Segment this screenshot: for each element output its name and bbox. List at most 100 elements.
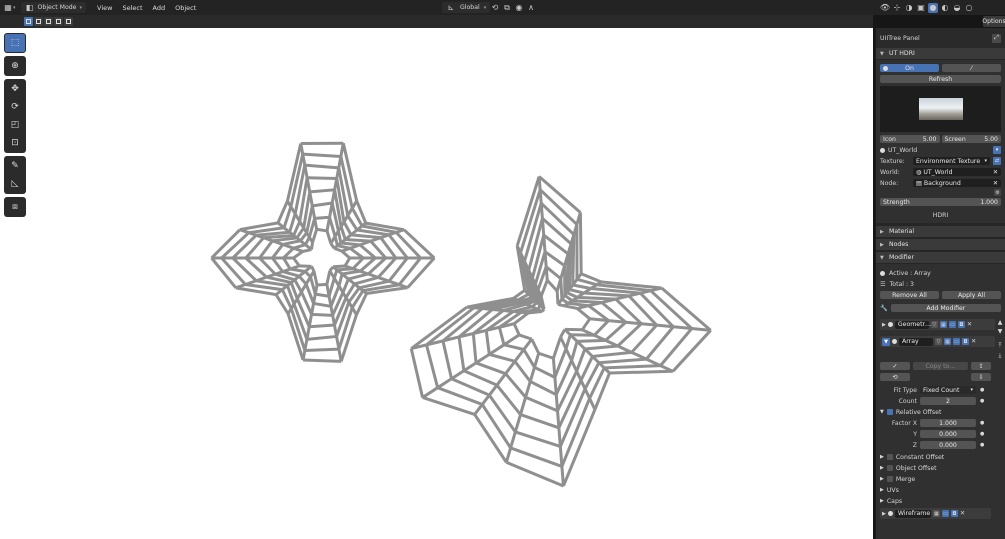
falloff-icon[interactable]: ∧ <box>526 3 536 13</box>
select-intersect-button[interactable] <box>64 17 73 26</box>
chevron-right-icon[interactable]: ▶ <box>880 487 884 493</box>
keyframe-dot-icon[interactable]: ● <box>980 420 984 426</box>
material-panel-header[interactable]: ▶ Material <box>876 226 1005 238</box>
close-icon[interactable]: ✕ <box>960 510 965 517</box>
keyframe-dot-icon[interactable]: ● <box>980 387 984 393</box>
download-button[interactable]: ⇩ <box>971 373 991 381</box>
relative-offset-checkbox[interactable] <box>886 409 893 415</box>
render-icon[interactable]: ◘ <box>950 510 958 517</box>
select-subtract-button[interactable] <box>44 17 53 26</box>
settings-icon[interactable]: ⚙ <box>994 189 1001 196</box>
render-icon[interactable]: ◘ <box>962 338 969 345</box>
duplicate-modifier-button[interactable]: ⟲ <box>880 373 910 381</box>
chevron-right-icon[interactable]: ▶ <box>882 322 886 328</box>
nodes-panel-header[interactable]: ▶ Nodes <box>876 239 1005 251</box>
keyframe-dot-icon[interactable]: ● <box>980 431 984 437</box>
edit-mode-icon[interactable]: ▦ <box>932 510 940 517</box>
hdri-picker-button[interactable]: ⁄ <box>942 64 1001 72</box>
pin-icon[interactable]: ⤢ <box>992 33 1001 43</box>
modifier-geometry-nodes[interactable]: ▶ Geometr… ▽ ▦ ▭ ◘ ✕ <box>880 319 995 330</box>
rendered-shading-icon[interactable]: ○ <box>964 3 974 13</box>
keyframe-dot-icon[interactable]: ● <box>980 442 984 448</box>
chevron-right-icon[interactable]: ▶ <box>880 476 884 482</box>
xray-icon[interactable]: ▣ <box>916 3 926 13</box>
screen-size-field[interactable]: Screen 5.00 <box>941 135 1001 143</box>
icon-size-field[interactable]: Icon 5.00 <box>880 135 940 143</box>
modifier-panel-header[interactable]: ▼ Modifier <box>876 252 1005 264</box>
chevron-down-icon[interactable]: ▼ <box>880 409 884 415</box>
render-icon[interactable]: ◘ <box>957 321 965 328</box>
wireframe-shading-icon[interactable]: ● <box>928 2 938 13</box>
close-icon[interactable]: ✕ <box>967 321 972 328</box>
pivot-icon[interactable]: ⟲ <box>490 3 500 13</box>
apply-all-button[interactable]: Apply All <box>942 291 1001 299</box>
menu-select[interactable]: Select <box>117 4 147 12</box>
factor-z-field[interactable]: 0.000 <box>920 441 976 449</box>
caps-row[interactable]: ▶ Caps <box>880 496 1001 506</box>
overlay-icon[interactable]: ◑ <box>904 3 914 13</box>
object-offset-checkbox[interactable] <box>886 465 893 471</box>
node-field[interactable]: ▤ Background ✕ <box>913 179 1001 187</box>
edit-mode-icon[interactable]: ▽ <box>935 338 942 345</box>
modifier-name-field[interactable]: Geometr… <box>894 320 931 329</box>
world-field[interactable]: ◍ UT_World ✕ <box>913 168 1001 176</box>
factor-x-field[interactable]: 1.000 <box>920 419 976 427</box>
move-icon[interactable]: ✥ <box>5 80 25 98</box>
modifier-name-field[interactable]: Wireframe <box>894 509 931 518</box>
annotate-icon[interactable]: ✎ <box>5 157 25 175</box>
cursor-icon[interactable]: ⊕ <box>5 57 25 75</box>
edit-mode-icon[interactable]: ▽ <box>930 321 938 328</box>
factor-y-field[interactable]: 0.000 <box>920 430 976 438</box>
rotate-icon[interactable]: ⟳ <box>5 98 25 116</box>
modifier-array[interactable]: ▼ Array ▽ ▦ ▭ ◘ ✕ <box>880 336 995 347</box>
select-new-button[interactable] <box>24 17 33 26</box>
uvs-row[interactable]: ▶ UVs <box>880 485 1001 495</box>
select-extend-button[interactable] <box>34 17 43 26</box>
chevron-right-icon[interactable]: ▶ <box>880 498 884 504</box>
cage-icon[interactable]: ▦ <box>939 321 947 328</box>
merge-row[interactable]: ▶ Merge <box>880 474 1001 484</box>
constant-offset-row[interactable]: ▶ Constant Offset <box>880 452 1001 462</box>
apply-modifier-button[interactable]: ✓ <box>880 362 910 370</box>
add-modifier-button[interactable]: Add Modifier <box>890 304 1001 312</box>
count-field[interactable]: 2 <box>920 397 976 405</box>
modifier-wireframe[interactable]: ▶ Wireframe ▦ ▭ ◘ ✕ <box>880 508 991 519</box>
viewport-icon[interactable]: ▭ <box>953 338 960 345</box>
viewport-icon[interactable]: ▭ <box>948 321 956 328</box>
chevron-right-icon[interactable]: ▶ <box>880 465 884 471</box>
world-dropdown-icon[interactable]: ▾ <box>993 146 1001 154</box>
move-up-icon[interactable]: ▲ <box>998 319 1003 326</box>
viewport-icon[interactable]: ▭ <box>941 510 949 517</box>
hdri-on-toggle[interactable]: On <box>880 64 939 72</box>
select-box-icon[interactable]: ⬚ <box>5 34 25 52</box>
move-bottom-icon[interactable]: ⤓ <box>999 352 1002 360</box>
cage-icon[interactable]: ▦ <box>944 338 951 345</box>
move-down-icon[interactable]: ▼ <box>998 328 1003 335</box>
solid-shading-icon[interactable]: ◐ <box>940 3 950 13</box>
editor-type-button[interactable]: ▦ ▾ <box>0 2 19 13</box>
snap-icon[interactable]: ⧉ <box>502 3 512 13</box>
close-icon[interactable]: ✕ <box>971 338 976 345</box>
close-icon[interactable]: ✕ <box>993 180 998 187</box>
menu-view[interactable]: View <box>92 4 117 12</box>
object-offset-row[interactable]: ▶ Object Offset <box>880 463 1001 473</box>
constant-offset-checkbox[interactable] <box>886 454 893 460</box>
copy-to-button[interactable]: Copy to… <box>913 362 968 370</box>
remove-all-button[interactable]: Remove All <box>880 291 939 299</box>
proportional-icon[interactable]: ◉ <box>514 3 524 13</box>
texture-select[interactable]: Environment Texture ▾ <box>913 157 990 165</box>
3d-viewport[interactable] <box>0 28 873 539</box>
visibility-icon[interactable]: 👁 <box>880 3 890 13</box>
transform-icon[interactable]: ⊡ <box>5 134 25 152</box>
refresh-button[interactable]: Refresh <box>880 75 1001 83</box>
mode-select[interactable]: ◧ Object Mode ▾ <box>20 2 87 13</box>
hdri-preview[interactable] <box>880 86 1001 132</box>
keyframe-dot-icon[interactable]: ● <box>980 398 984 404</box>
measure-icon[interactable]: ◺ <box>5 175 25 193</box>
transform-orientation-select[interactable]: ⊾ Global ▾ <box>442 2 491 13</box>
merge-checkbox[interactable] <box>886 476 893 482</box>
close-icon[interactable]: ✕ <box>993 169 998 176</box>
gizmo-icon[interactable]: ⊹ <box>892 3 902 13</box>
upload-button[interactable]: ⇪ <box>971 362 991 370</box>
fit-type-select[interactable]: Fixed Count ▾ <box>920 386 976 394</box>
